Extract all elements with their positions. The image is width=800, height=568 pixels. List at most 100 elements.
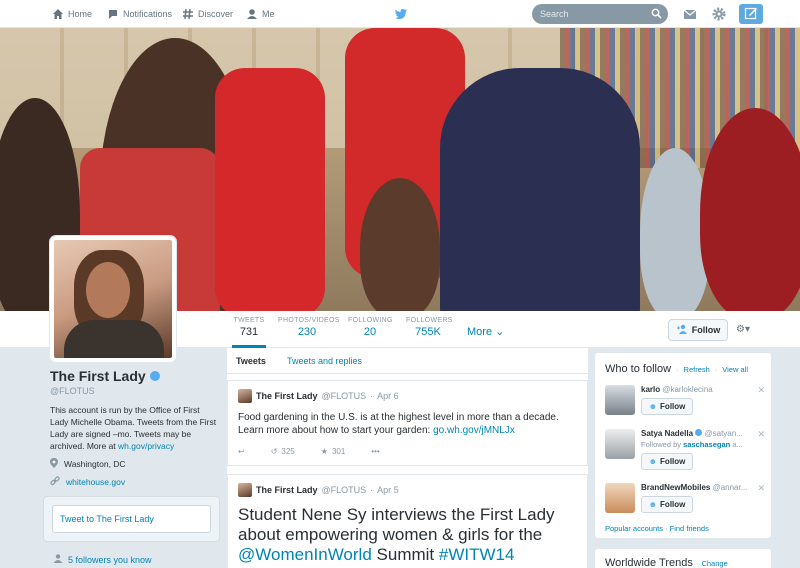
more-actions-button[interactable]: ••• xyxy=(371,447,379,456)
stat-tweets[interactable]: TWEETS 731 xyxy=(232,317,266,348)
follow-button[interactable]: ☻ Follow xyxy=(641,496,693,513)
tweet-item[interactable]: The First Lady @FLOTUS · Apr 5 Student N… xyxy=(227,474,588,568)
suggested-user-name[interactable]: karlo @karloklecina xyxy=(641,385,751,394)
stat-following[interactable]: FOLLOWING 20 xyxy=(348,317,392,338)
more-menu[interactable]: More ⌄ xyxy=(467,325,504,338)
nav-home[interactable]: Home xyxy=(52,0,92,28)
tweet-header: The First Lady @FLOTUS · Apr 5 xyxy=(238,483,577,497)
refresh-link[interactable]: Refresh xyxy=(684,365,710,374)
timeline-tabs: Tweets Tweets and replies xyxy=(227,348,588,374)
reply-button[interactable]: ↩ xyxy=(238,447,245,456)
dismiss-icon[interactable]: ✕ xyxy=(757,429,765,440)
verified-icon xyxy=(149,371,160,381)
dismiss-icon[interactable]: ✕ xyxy=(757,483,765,494)
profile-avatar[interactable] xyxy=(50,236,176,362)
tweet-mention-link[interactable]: @WomenInWorld xyxy=(238,545,372,564)
suggested-user: Satya Nadella @satyan... Followed by sas… xyxy=(605,429,765,483)
worldwide-trends-panel: Worldwide Trends · Change xyxy=(594,548,772,568)
view-all-link[interactable]: View all xyxy=(722,365,748,374)
trends-separator: · xyxy=(695,559,699,568)
footer-separator: · xyxy=(665,524,668,533)
tweet-author-name[interactable]: The First Lady xyxy=(256,485,318,495)
profile-bio: This account is run by the Office of Fir… xyxy=(50,405,217,451)
search-box[interactable] xyxy=(532,4,668,24)
who-to-follow-footer: Popular accounts · Find friends xyxy=(605,524,709,533)
header-photo-woman-red xyxy=(215,68,325,311)
user-actions-dropdown[interactable]: ⚙▾ xyxy=(736,324,750,335)
tweet-item[interactable]: The First Lady @FLOTUS · Apr 6 Food gard… xyxy=(227,380,588,466)
suggested-user-avatar[interactable] xyxy=(605,429,635,459)
retweet-button[interactable]: ↺ 325 xyxy=(271,447,295,456)
profile-website: whitehouse.gov xyxy=(50,476,220,488)
timeline: Tweets Tweets and replies The First Lady… xyxy=(226,348,589,568)
suggested-user-info: Satya Nadella @satyan... Followed by sas… xyxy=(641,429,751,470)
tweet-hashtag-link[interactable]: #WITW14 xyxy=(439,545,515,564)
suggested-user-name[interactable]: BrandNewMobiles @annar... xyxy=(641,483,751,492)
compose-icon xyxy=(744,6,758,23)
search-icon[interactable] xyxy=(651,8,662,19)
star-icon: ★ xyxy=(320,447,328,456)
profile-name[interactable]: The First Lady xyxy=(50,368,220,384)
tweet-author-handle[interactable]: @FLOTUS xyxy=(322,391,367,401)
tab-tweets-and-replies[interactable]: Tweets and replies xyxy=(287,356,362,366)
tweet-to-input[interactable]: Tweet to The First Lady xyxy=(52,505,211,533)
profile-location: Washington, DC xyxy=(50,458,220,470)
add-user-icon: ☻ xyxy=(648,500,658,509)
followed-by-text: Followed by saschasegan a... xyxy=(641,440,743,449)
header-photo-boy-right xyxy=(700,108,800,311)
tab-tweets[interactable]: Tweets xyxy=(236,356,266,366)
followers-you-know-link[interactable]: 5 followers you know xyxy=(53,554,152,565)
nav-notifications[interactable]: Notifications xyxy=(107,0,172,28)
person-icon xyxy=(246,8,258,20)
tweet-author-name[interactable]: The First Lady xyxy=(256,391,318,401)
home-icon xyxy=(52,8,64,20)
ellipsis-icon: ••• xyxy=(371,447,380,456)
tweet-date[interactable]: Apr 5 xyxy=(377,485,399,495)
reply-icon: ↩ xyxy=(238,447,245,456)
tweet-text: Food gardening in the U.S. is at the hig… xyxy=(238,412,559,436)
nav-me[interactable]: Me xyxy=(246,0,275,28)
avatar-face xyxy=(86,262,130,318)
header-photo-girl xyxy=(360,178,440,311)
tweet-separator: · xyxy=(370,485,374,495)
tweet-actions: ↩ ↺ 325 ★ 301 ••• xyxy=(238,447,577,456)
suggested-user-info: BrandNewMobiles @annar... ☻ Follow xyxy=(641,483,751,513)
suggested-user-name[interactable]: Satya Nadella @satyan... xyxy=(641,429,751,438)
gear-icon[interactable] xyxy=(711,6,727,22)
stat-followers[interactable]: FOLLOWERS 755K xyxy=(406,317,452,338)
compose-tweet-button[interactable] xyxy=(739,4,763,24)
add-user-icon xyxy=(676,324,688,336)
twitter-bird-icon[interactable] xyxy=(394,7,408,21)
bio-link[interactable]: wh.gov/privacy xyxy=(118,441,174,451)
suggested-user-avatar[interactable] xyxy=(605,385,635,415)
messages-icon[interactable] xyxy=(682,6,698,22)
tweet-link[interactable]: go.wh.gov/jMNLJx xyxy=(433,425,515,436)
notifications-icon xyxy=(107,8,119,20)
caret-down-icon: ▾ xyxy=(744,324,750,335)
tweet-avatar[interactable] xyxy=(238,483,252,497)
tweet-separator: · xyxy=(370,391,374,401)
header-separator: · xyxy=(714,365,718,374)
popular-accounts-link[interactable]: Popular accounts xyxy=(605,524,663,533)
follow-button[interactable]: Follow xyxy=(668,319,728,341)
tweet-date[interactable]: Apr 6 xyxy=(377,391,399,401)
tweet-avatar[interactable] xyxy=(238,389,252,403)
top-navigation-bar: Home Notifications Discover Me xyxy=(0,0,800,28)
follow-button[interactable]: ☻ Follow xyxy=(641,453,693,470)
stat-photos-videos[interactable]: PHOTOS/VIDEOS 230 xyxy=(278,317,339,338)
dismiss-icon[interactable]: ✕ xyxy=(757,385,765,396)
verified-icon xyxy=(695,429,703,436)
nav-discover[interactable]: Discover xyxy=(182,0,233,28)
follow-button[interactable]: ☻ Follow xyxy=(641,398,693,415)
change-trends-link[interactable]: Change xyxy=(701,559,727,568)
search-input[interactable] xyxy=(532,4,642,24)
header-separator: · xyxy=(676,365,679,374)
favorite-button[interactable]: ★ 301 xyxy=(321,447,346,456)
tweet-text: Student Nene Sy interviews the First Lad… xyxy=(238,505,555,564)
profile-card: The First Lady @FLOTUS This account is r… xyxy=(50,368,220,488)
tweet-author-handle[interactable]: @FLOTUS xyxy=(322,485,367,495)
find-friends-link[interactable]: Find friends xyxy=(670,524,709,533)
suggested-user-avatar[interactable] xyxy=(605,483,635,513)
who-to-follow-header: Who to follow · Refresh · View all xyxy=(605,363,761,375)
header-photo-girl-back xyxy=(440,68,640,311)
